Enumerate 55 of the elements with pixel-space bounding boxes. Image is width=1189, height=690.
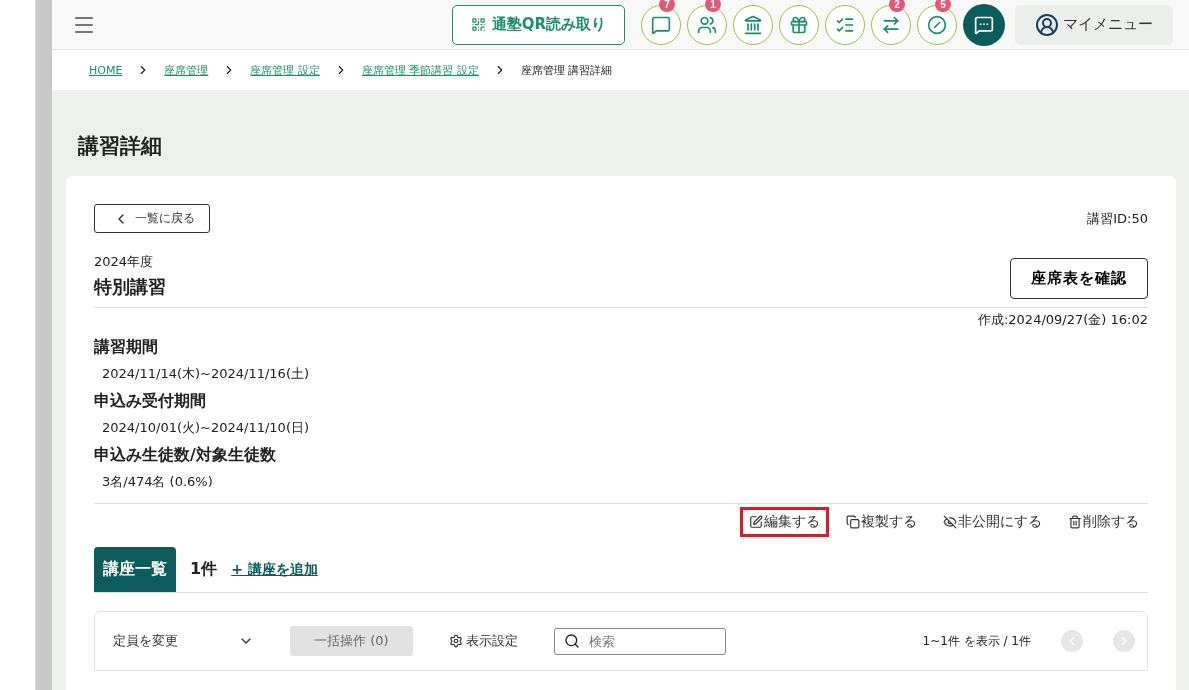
breadcrumb-link[interactable]: HOME (89, 63, 123, 77)
notification-badge: 2 (889, 0, 905, 12)
my-menu-button[interactable]: マイメニュー (1015, 4, 1173, 45)
search-icon (563, 633, 580, 649)
action-button[interactable]: 編集する (740, 507, 829, 537)
gift-icon (789, 14, 809, 35)
field-label: 申込み生徒数/対象生徒数 (94, 445, 277, 466)
notification-badge: 5 (935, 0, 951, 12)
action-button[interactable]: 削除する (1059, 507, 1148, 537)
building-icon (743, 14, 763, 35)
capacity-select[interactable]: 定員を変更 (107, 632, 260, 650)
field-value: 2024/10/01(火)~2024/11/10(日) (102, 419, 311, 437)
chat-button[interactable] (963, 3, 1005, 46)
speech-bubble-icon (651, 14, 671, 35)
qr-scan-button[interactable]: 通塾QR読み取り (451, 4, 625, 45)
qr-icon (470, 17, 486, 32)
chat-icon (974, 14, 994, 35)
gear-icon (448, 634, 463, 648)
display-settings-button[interactable]: 表示設定 (442, 631, 524, 651)
tab[interactable]: 講座一覧 (94, 547, 176, 592)
edit-icon (749, 515, 763, 529)
add-course-link[interactable]: + 講座を追加 (231, 560, 318, 579)
result-range: 1~1件 を表示 / 1件 (922, 632, 1031, 650)
header-icon-button[interactable] (733, 4, 773, 45)
hidden-eye-icon (943, 515, 957, 529)
seat-chart-button[interactable]: 座席表を確認 (1010, 258, 1148, 299)
fiscal-year: 2024年度 (94, 254, 154, 269)
copy-icon (846, 515, 860, 529)
breadcrumb-current: 座席管理 講習詳細 (520, 62, 613, 78)
header-icon-button[interactable] (779, 4, 819, 45)
action-button[interactable]: 非公開にする (934, 507, 1051, 537)
people-icon (697, 14, 717, 35)
field-label: 講習期間 (94, 337, 159, 358)
page-title: 講習詳細 (78, 133, 163, 160)
bulk-action-button[interactable]: 一括操作 (0) (290, 626, 413, 656)
slashed-circle-icon (927, 14, 947, 35)
action-button[interactable]: 複製する (837, 507, 926, 537)
user-icon (1035, 12, 1059, 37)
field-value: 2024/11/14(木)~2024/11/16(土) (102, 365, 311, 383)
search-field[interactable]: 検索 (553, 627, 726, 655)
breadcrumb-link[interactable]: 座席管理 (164, 62, 209, 78)
field-value: 3名/474名 (0.6%) (102, 473, 214, 491)
arrows-icon (881, 14, 901, 35)
notification-badge: 7 (659, 0, 675, 12)
header-icon-button[interactable] (825, 4, 865, 45)
item-count: 1件 (190, 559, 218, 580)
course-id: 講習ID:50 (1087, 209, 1148, 228)
course-name: 特別講習 (94, 275, 166, 299)
field-label: 申込み受付期間 (94, 391, 207, 412)
breadcrumb-link[interactable]: 座席管理 設定 (250, 62, 320, 78)
breadcrumb-link[interactable]: 座席管理 季節講習 設定 (361, 62, 479, 78)
trash-icon (1068, 515, 1082, 529)
notification-badge: 1 (705, 0, 721, 12)
back-button[interactable]: 一覧に戻る (94, 204, 210, 233)
created-date: 作成:2024/09/27(金) 16:02 (977, 311, 1148, 329)
